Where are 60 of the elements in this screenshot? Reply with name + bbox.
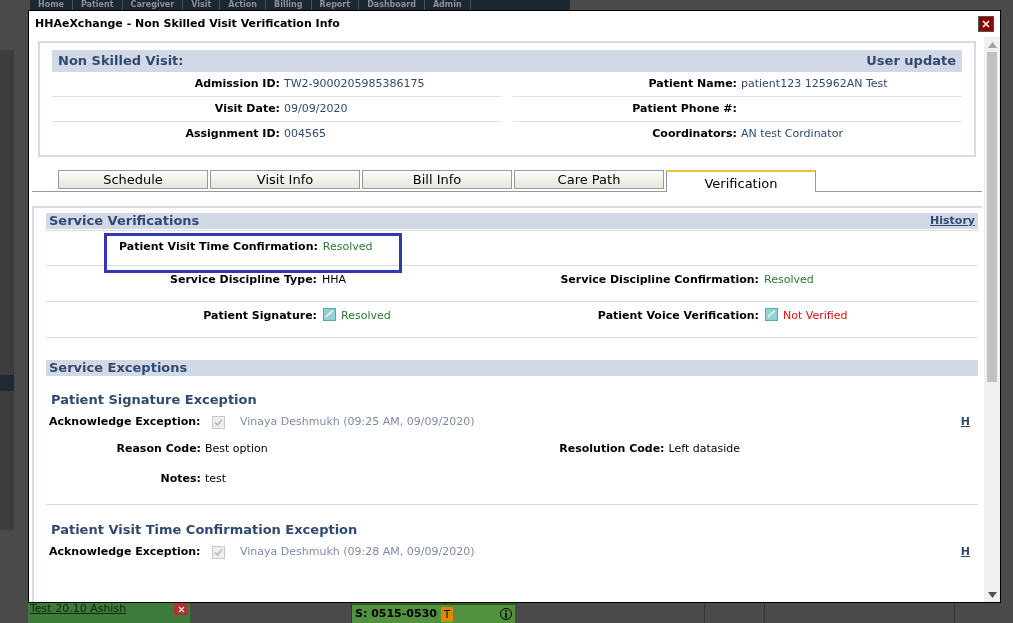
- field-label: Patient Voice Verification:: [596, 308, 759, 324]
- field-label: Visit Date:: [213, 100, 280, 117]
- scroll-up-icon[interactable]: [987, 42, 997, 48]
- signature-icon[interactable]: [323, 308, 336, 321]
- field-label: Patient Visit Time Confirmation:: [119, 239, 318, 255]
- field-value: 004565: [284, 126, 326, 143]
- field-label: Reason Code:: [115, 440, 201, 457]
- tab[interactable]: Schedule: [58, 170, 208, 189]
- visit-heading: Non Skilled Visit:: [58, 52, 184, 71]
- shift-cell[interactable]: S: 0515-0530 T: [352, 603, 515, 623]
- scroll-down-icon[interactable]: [987, 592, 997, 598]
- field-value: patient123 125962AN Test: [741, 75, 888, 92]
- dialog-title: HHAeXchange - Non Skilled Visit Verification Info: [35, 15, 340, 32]
- task-link[interactable]: Test 20.10 Ashish: [30, 603, 127, 615]
- field-label: Acknowledge Exception:: [49, 543, 202, 560]
- field-label: Service Discipline Type:: [169, 272, 317, 288]
- tab[interactable]: Care Path: [514, 170, 664, 189]
- close-button[interactable]: [978, 16, 994, 32]
- history-link[interactable]: History: [930, 212, 975, 230]
- section-title: Service Exceptions: [49, 359, 188, 378]
- status-value: Resolved: [341, 308, 391, 324]
- tab[interactable]: Verification: [666, 170, 816, 192]
- exception-title: Patient Visit Time Confirmation Exception: [51, 521, 359, 538]
- field-label: Coordinators:: [651, 126, 737, 143]
- acknowledged-by: Vinaya Deshmukh (09:28 AM, 09/09/2020): [240, 543, 476, 560]
- field-label: Patient Phone #:: [631, 100, 737, 117]
- field-label: Patient Signature:: [202, 308, 317, 324]
- field-label: Service Discipline Confirmation:: [559, 272, 759, 288]
- field-value: test: [205, 470, 227, 487]
- scroll-thumb[interactable]: [987, 52, 997, 382]
- field-label: Acknowledge Exception:: [49, 413, 202, 430]
- status-value: Not Verified: [783, 308, 848, 324]
- field-value: TW2-9000205985386175: [284, 75, 425, 92]
- status-value: Resolved: [322, 239, 373, 255]
- acknowledged-by: Vinaya Deshmukh (09:25 AM, 09/09/2020): [240, 413, 476, 430]
- signature-icon[interactable]: [765, 308, 778, 321]
- section-title: Service Verifications: [49, 212, 200, 231]
- status-value: Resolved: [764, 272, 814, 288]
- field-value: Left dataside: [668, 440, 740, 457]
- field-value: AN test Cordinator: [741, 126, 843, 143]
- shift-badge: T: [440, 606, 454, 622]
- field-value: Best option: [205, 440, 268, 457]
- status-value: HHA: [322, 272, 347, 288]
- close-icon: [982, 20, 990, 28]
- exception-title: Patient Signature Exception: [51, 391, 258, 408]
- field-label: Notes:: [159, 470, 201, 487]
- task-cell[interactable]: Test 20.10 Ashish: [28, 603, 190, 623]
- field-label: Patient Name:: [647, 75, 737, 92]
- history-link[interactable]: H: [960, 413, 970, 431]
- field-label: Admission ID:: [193, 75, 280, 92]
- field-label: Assignment ID:: [184, 126, 280, 143]
- field-label: Resolution Code:: [558, 440, 665, 457]
- user-update-label: User update: [866, 52, 956, 71]
- remove-icon[interactable]: [174, 603, 188, 615]
- tab[interactable]: Bill Info: [362, 170, 512, 189]
- shift-time: S: 0515-0530: [355, 605, 437, 622]
- field-value: 09/09/2020: [284, 100, 348, 117]
- tab[interactable]: Visit Info: [210, 170, 360, 189]
- scrollbar[interactable]: [984, 37, 1000, 602]
- history-link[interactable]: H: [960, 543, 970, 561]
